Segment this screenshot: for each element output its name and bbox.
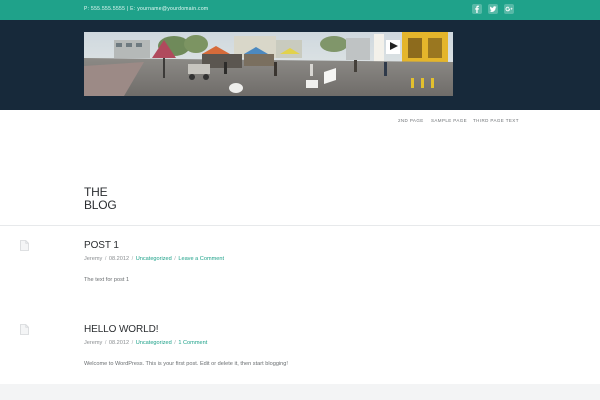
- meta-separator: /: [174, 256, 176, 262]
- post-category-link[interactable]: Uncategorized: [136, 340, 172, 346]
- nav-link-third-page-text[interactable]: THIRD PAGE TEXT: [473, 118, 519, 123]
- post-date: 08.2012: [108, 256, 130, 262]
- twitter-icon[interactable]: [488, 4, 498, 14]
- post-comments-link[interactable]: Leave a Comment: [178, 256, 224, 262]
- facebook-icon[interactable]: [472, 4, 482, 14]
- google-plus-icon[interactable]: [504, 4, 514, 14]
- post-author: Jeremy: [84, 340, 103, 346]
- document-icon: [20, 240, 29, 251]
- section-divider: [0, 225, 600, 226]
- meta-separator: /: [104, 340, 107, 346]
- post-title-link[interactable]: HELLO WORLD!: [84, 324, 158, 335]
- post-meta: Jeremy/08.2012/Uncategorized / Leave a Com…: [84, 256, 224, 262]
- footer-band: [0, 384, 600, 400]
- meta-separator: /: [104, 256, 107, 262]
- post-excerpt: The text for post 1: [84, 277, 130, 283]
- nav-link-2nd-page[interactable]: 2ND PAGE: [398, 118, 424, 123]
- post-category-link[interactable]: Uncategorized: [136, 256, 172, 262]
- meta-separator: /: [174, 340, 176, 346]
- market-panorama-illustration: [84, 32, 453, 96]
- page-title-line2: BLOG: [84, 198, 117, 212]
- meta-separator: /: [131, 340, 134, 346]
- post-meta: Jeremy/08.2012/Uncategorized/1 Comment: [84, 340, 207, 346]
- header-hero: [0, 20, 600, 110]
- header-banner-image[interactable]: [84, 32, 453, 96]
- post-comments-link[interactable]: 1 Comment: [178, 340, 207, 346]
- document-icon: [20, 324, 29, 335]
- contact-info: P: 555.555.5555 | E: yourname@yourdomain…: [84, 6, 209, 12]
- post-title-link[interactable]: POST 1: [84, 240, 119, 251]
- nav-link-sample-page[interactable]: SAMPLE PAGE: [431, 118, 467, 123]
- top-bar: P: 555.555.5555 | E: yourname@yourdomain…: [0, 0, 600, 20]
- post-excerpt: Welcome to WordPress. This is your first…: [84, 361, 288, 367]
- post-date: 08.2012: [108, 340, 130, 346]
- page-title: THE BLOG: [84, 186, 117, 212]
- meta-separator: /: [131, 256, 134, 262]
- post-author: Jeremy: [84, 256, 103, 262]
